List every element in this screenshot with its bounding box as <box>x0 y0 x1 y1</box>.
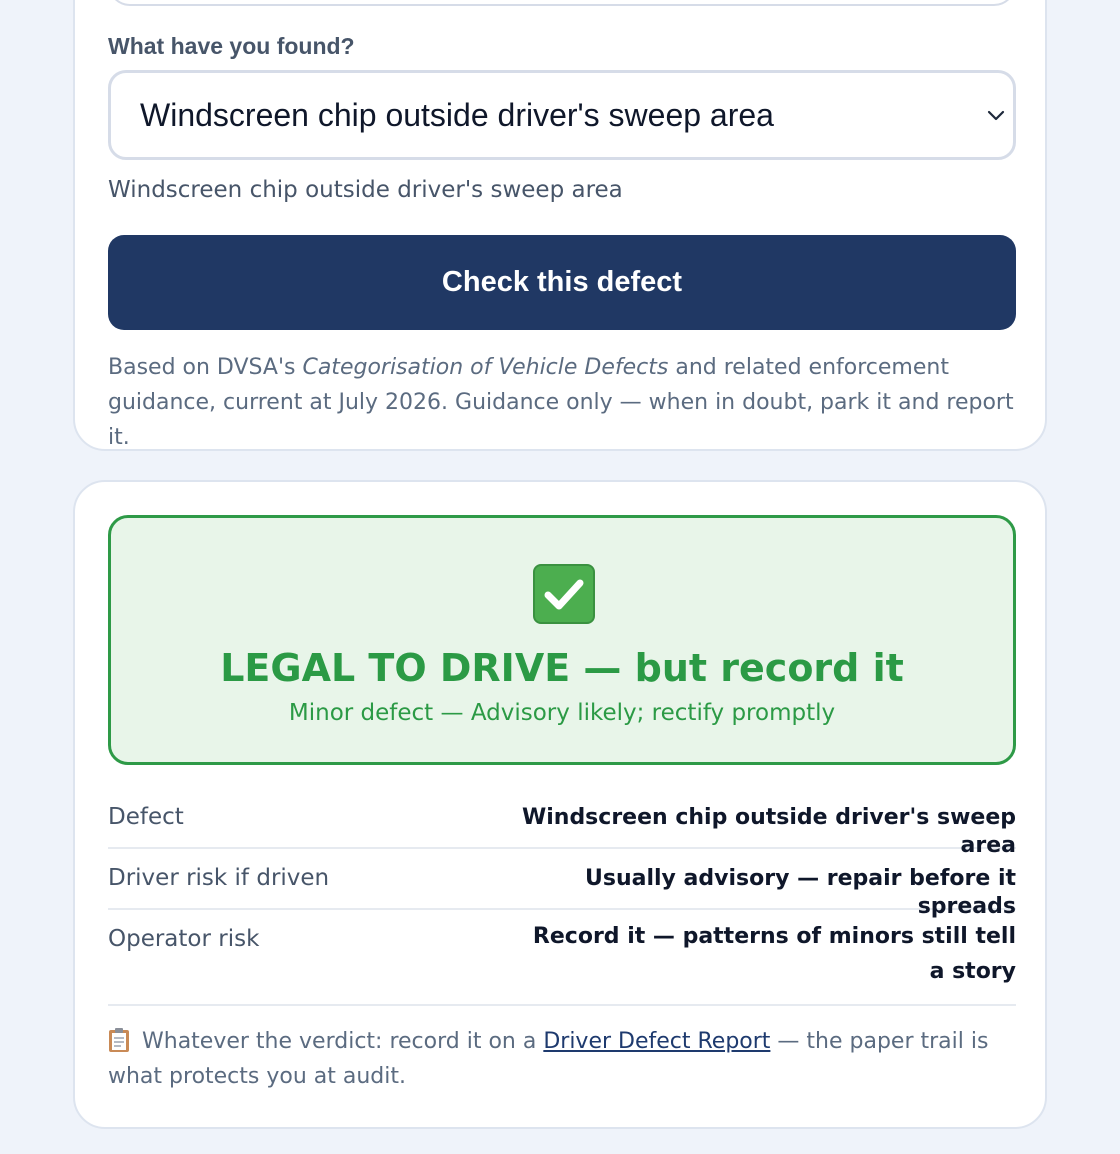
footnote-prefix: Whatever the verdict: record it on a <box>142 1029 544 1054</box>
verdict-title: LEGAL TO DRIVE — but record it <box>220 646 904 690</box>
detail-label: Operator risk <box>108 926 260 952</box>
chevron-down-icon <box>987 110 1005 121</box>
source-title: Categorisation of Vehicle Defects <box>302 355 669 380</box>
selected-defect-helper: Windscreen chip outside driver's sweep a… <box>108 177 623 203</box>
detail-row-driver-risk: Driver risk if driven Usually advisory —… <box>108 848 1016 919</box>
verdict-subtitle: Minor defect — Advisory likely; rectify … <box>288 700 836 726</box>
defect-form-card: What have you found? Windscreen chip out… <box>73 0 1047 451</box>
detail-value: Record it — patterns of minors still tel… <box>532 924 1016 984</box>
source-prefix: Based on DVSA's <box>108 355 303 380</box>
previous-field[interactable] <box>108 0 1016 6</box>
clipboard-icon <box>109 1028 129 1052</box>
verdict-banner: LEGAL TO DRIVE — but record it Minor def… <box>108 515 1016 765</box>
driver-defect-report-link[interactable]: Driver Defect Report <box>543 1029 770 1054</box>
defect-select-value: Windscreen chip outside driver's sweep a… <box>140 97 774 133</box>
detail-label: Defect <box>108 804 184 830</box>
result-card: LEGAL TO DRIVE — but record it Minor def… <box>73 480 1047 1129</box>
detail-label: Driver risk if driven <box>108 865 330 891</box>
defect-select[interactable]: Windscreen chip outside driver's sweep a… <box>108 70 1016 160</box>
record-footnote: Whatever the verdict: record it on a Dri… <box>108 1024 1023 1094</box>
check-defect-button[interactable]: Check this defect <box>108 235 1016 330</box>
check-mark-button-icon <box>533 564 595 624</box>
detail-row-operator-risk: Operator risk Record it — patterns of mi… <box>108 909 1016 1006</box>
guidance-source-note: Based on DVSA's Categorisation of Vehicl… <box>108 350 1028 455</box>
defect-field-label: What have you found? <box>108 33 355 59</box>
detail-row-defect: Defect Windscreen chip outside driver's … <box>108 787 1016 858</box>
